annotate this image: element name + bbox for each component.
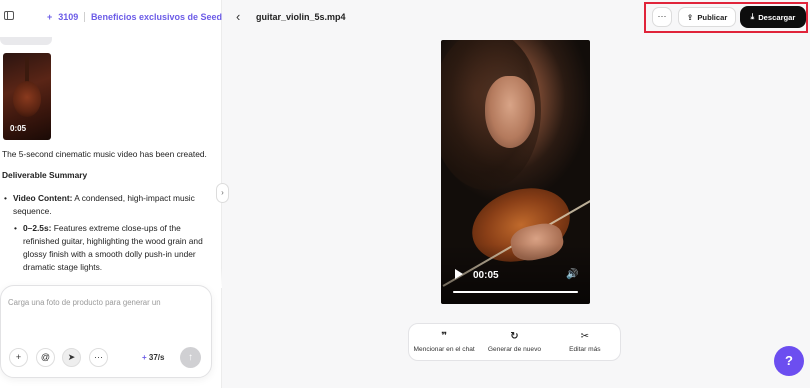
video-frame-face — [485, 76, 535, 148]
cost-plus: + — [142, 353, 147, 362]
regenerate-button[interactable]: ↻ Generar de nuevo — [479, 324, 549, 360]
summary-heading: Deliverable Summary — [2, 170, 88, 180]
mention-button[interactable]: @ — [36, 348, 55, 367]
regenerate-icon: ↻ — [510, 330, 519, 342]
previous-thumbnail-edge — [0, 37, 52, 45]
credits-plus: + — [47, 12, 53, 22]
summary-list: Video Content: A condensed, high-impact … — [2, 192, 212, 274]
volume-icon[interactable]: 🔊 — [566, 269, 578, 280]
bullet-label: Video Content: — [13, 193, 73, 203]
quote-icon: ❞ — [441, 330, 448, 342]
tool-label: Generar de nuevo — [487, 345, 542, 353]
thumbnail-guitar-body — [13, 81, 41, 117]
progress-bar[interactable] — [453, 291, 578, 293]
cost-indicator[interactable]: + 37/s — [142, 353, 164, 362]
video-thumbnail[interactable]: 0:05 — [3, 53, 51, 140]
assistant-message: The 5-second cinematic music video has b… — [2, 148, 212, 278]
play-icon[interactable] — [455, 269, 463, 279]
collapse-panel-button[interactable]: › — [216, 183, 229, 203]
sidebar-toggle-icon[interactable] — [4, 11, 14, 20]
credits-promo: Beneficios exclusivos de Seed — [90, 12, 222, 22]
help-button[interactable]: ? — [774, 346, 804, 376]
message-text: The 5-second cinematic music video has b… — [2, 149, 207, 159]
credits-count: 3109 — [58, 12, 79, 22]
add-attachment-button[interactable]: + — [9, 348, 28, 367]
more-actions-button[interactable]: ··· — [652, 7, 672, 27]
share-icon: ⇪ — [686, 12, 694, 22]
back-button[interactable]: ‹ — [236, 9, 240, 24]
download-label: Descargar — [758, 12, 796, 22]
credits-banner[interactable]: + 3109 Beneficios exclusivos de Seed — [47, 8, 222, 26]
publish-label: Publicar — [697, 12, 728, 22]
chat-panel: + 3109 Beneficios exclusivos de Seed 0:0… — [0, 0, 222, 388]
edit-more-button[interactable]: ✂ Editar más — [550, 324, 620, 360]
more-options-button[interactable]: ··· — [89, 348, 108, 367]
cost-value: 37/s — [148, 353, 165, 362]
video-player[interactable]: 00:05 🔊 — [441, 40, 590, 304]
credits-divider — [84, 12, 85, 22]
thumbnail-duration: 0:05 — [10, 124, 27, 133]
download-icon: ⤓ — [750, 12, 755, 21]
bullet-label: 0–2.5s: — [23, 223, 52, 233]
list-item: Video Content: A condensed, high-impact … — [2, 192, 212, 218]
progress-fill — [453, 291, 578, 293]
tool-label: Editar más — [569, 345, 601, 353]
video-toolbar: ❞ Mencionar en el chat ↻ Generar de nuev… — [408, 323, 621, 361]
download-button[interactable]: ⤓ Descargar — [740, 6, 806, 28]
composer: Carga una foto de producto para generar … — [0, 285, 212, 378]
prompt-input[interactable]: Carga una foto de producto para generar … — [8, 298, 161, 307]
publish-button[interactable]: ⇪ Publicar — [678, 7, 736, 27]
scissors-icon: ✂ — [580, 330, 590, 342]
tool-label: Mencionar en el chat — [413, 345, 475, 353]
file-title: guitar_violin_5s.mp4 — [256, 12, 346, 22]
mention-in-chat-button[interactable]: ❞ Mencionar en el chat — [409, 324, 479, 360]
video-time: 00:05 — [473, 270, 499, 281]
send-button[interactable]: ↑ — [180, 347, 201, 368]
list-item: 0–2.5s: Features extreme close-ups of th… — [2, 222, 212, 274]
select-tool-button[interactable]: ➤ — [62, 348, 81, 367]
